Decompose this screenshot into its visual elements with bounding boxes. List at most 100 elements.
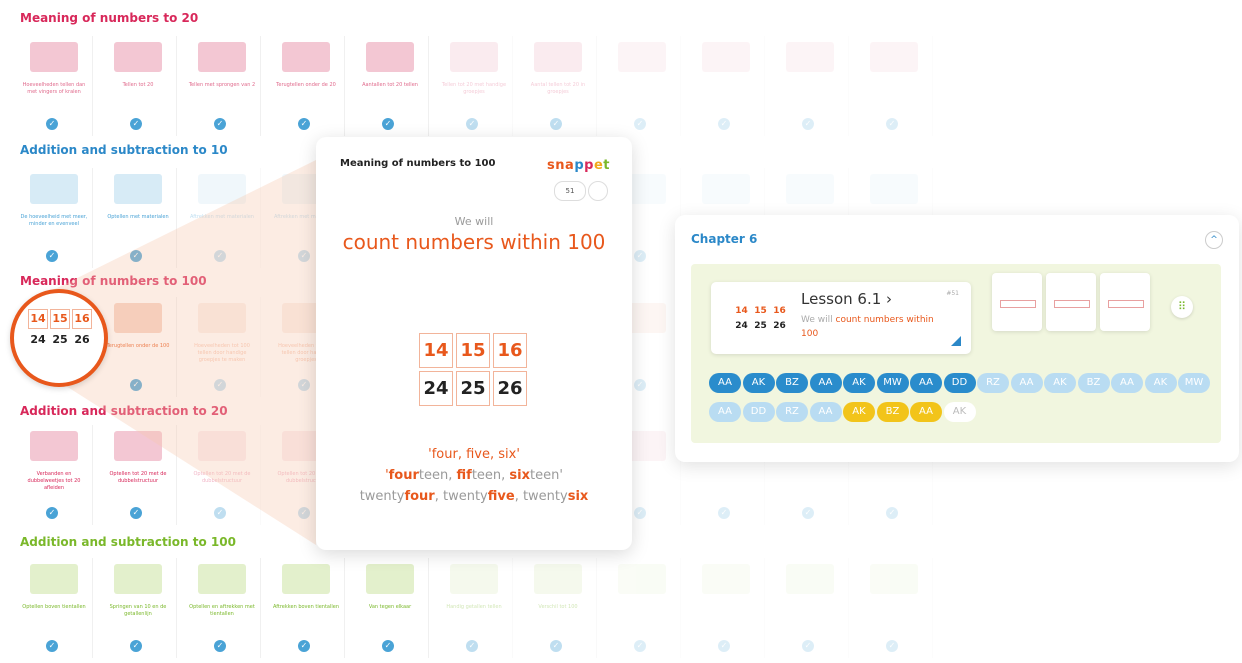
student-chip[interactable]: MW — [876, 373, 909, 393]
lesson-tile[interactable]: Hoeveelheden tellen dan met vingers of k… — [16, 36, 93, 136]
check-icon: ✓ — [634, 379, 646, 391]
lesson-tile[interactable]: Optellen tot 20 met de dubbelstructuur ✓ — [100, 425, 177, 525]
tile-caption: Hoeveelheden tellen dan met vingers of k… — [22, 82, 86, 95]
student-chip[interactable]: AA — [910, 373, 942, 393]
tile-caption: Tellen tot 20 — [122, 82, 154, 88]
lesson-tile[interactable]: Optellen met materialen ✓ — [100, 168, 177, 268]
student-chip[interactable]: AA — [709, 373, 741, 393]
number-cell: 24 — [30, 333, 46, 346]
student-chip[interactable]: AK — [1144, 373, 1177, 393]
tile-illustration — [30, 174, 78, 204]
student-chip[interactable]: MW — [1178, 373, 1210, 393]
student-chip[interactable]: BZ — [876, 402, 909, 422]
lesson-tile[interactable]: Verschil tot 100 ✓ — [520, 558, 597, 658]
tile-illustration — [366, 42, 414, 72]
lesson-tile[interactable]: Aantal tellen tot 20 in groepjes ✓ — [520, 36, 597, 136]
lesson-tile[interactable]: ✓ — [604, 558, 681, 658]
tile-caption: Optellen boven tientallen — [22, 604, 86, 610]
tile-illustration — [450, 42, 498, 72]
lesson-tile[interactable]: Aantallen tot 20 tellen ✓ — [352, 36, 429, 136]
tile-illustration — [870, 564, 918, 594]
tile-caption: Aantal tellen tot 20 in groepjes — [530, 82, 586, 95]
section-title-numbers-20: Meaning of numbers to 20 — [20, 11, 199, 25]
lesson-tile[interactable]: ✓ — [772, 36, 849, 136]
number-cell: 16 — [72, 309, 92, 329]
check-icon: ✓ — [802, 507, 814, 519]
lesson-goal-text: We will count numbers within 100 — [801, 315, 934, 339]
lesson-tile[interactable]: Tellen tot 20 met handige groepjes ✓ — [436, 36, 513, 136]
lesson-tile[interactable]: Optellen boven tientallen ✓ — [16, 558, 93, 658]
collapse-icon[interactable]: ^ — [1205, 231, 1223, 249]
tile-illustration — [702, 174, 750, 204]
lesson-tile[interactable]: Terugtellen onder de 100 ✓ — [100, 297, 177, 397]
tile-illustration — [870, 42, 918, 72]
worksheet-thumbnail[interactable] — [1046, 273, 1096, 331]
student-chip[interactable]: AA — [1010, 373, 1043, 393]
chapter-lesson-area: 14 15 16 24 25 26 Lesson 6.1 › #51 We will co… — [691, 264, 1221, 443]
student-chip[interactable]: AA — [809, 373, 842, 393]
student-chip[interactable]: AA — [1111, 373, 1143, 393]
lesson-tile[interactable]: ✓ — [772, 558, 849, 658]
pill-circle — [588, 181, 608, 201]
number-cell: 16 — [493, 333, 527, 368]
lesson-tile[interactable]: Tellen tot 20 ✓ — [100, 36, 177, 136]
lesson-tile[interactable]: Hoeveelheden tot 100 tellen door handige… — [184, 297, 261, 397]
lesson-tile[interactable]: Van tegen elkaar ✓ — [352, 558, 429, 658]
tile-illustration — [198, 174, 246, 204]
grid-menu-icon[interactable]: ⠿ — [1171, 296, 1193, 318]
student-chip[interactable]: BZ — [776, 373, 808, 393]
worksheet-thumbnail[interactable] — [992, 273, 1042, 331]
tile-illustration — [198, 303, 246, 333]
student-chip[interactable]: AA — [809, 402, 842, 422]
lesson-name[interactable]: Lesson 6.1 › — [801, 290, 892, 308]
lesson-tile[interactable]: ✓ — [856, 558, 933, 658]
number-cell: 16 — [773, 306, 786, 316]
lesson-tile[interactable]: Optellen tot 20 met de dubbelstructuur ✓ — [184, 425, 261, 525]
lesson-tile[interactable]: Optellen en aftrekken met tientallen ✓ — [184, 558, 261, 658]
tile-caption: Terugtellen onder de 100 — [106, 343, 170, 349]
student-chip[interactable]: AA — [910, 402, 942, 422]
student-chip[interactable]: RZ — [977, 373, 1009, 393]
tile-illustration — [198, 564, 246, 594]
tile-caption: De hoeveelheid met meer, minder en evenv… — [20, 214, 88, 227]
section-title-numbers-100: Meaning of numbers to 100 — [20, 274, 207, 288]
tile-illustration — [786, 564, 834, 594]
student-chip[interactable]: AK — [1044, 373, 1076, 393]
brand-letter: p — [584, 158, 594, 173]
lesson-tile[interactable]: Aftrekken boven tientallen ✓ — [268, 558, 345, 658]
number-cell: 25 — [456, 371, 490, 406]
lesson-tile[interactable]: De hoeveelheid met meer, minder en evenv… — [16, 168, 93, 268]
lesson-tile[interactable]: Terugtellen onder de 20 ✓ — [268, 36, 345, 136]
lesson-item[interactable]: 14 15 16 24 25 26 Lesson 6.1 › #51 We will co… — [711, 282, 971, 354]
student-chip[interactable]: BZ — [1077, 373, 1110, 393]
lesson-tile[interactable]: Springen van 10 en de getallenlijn ✓ — [100, 558, 177, 658]
lesson-tile[interactable]: ✓ — [604, 36, 681, 136]
tile-illustration — [786, 42, 834, 72]
lesson-tile[interactable]: ✓ — [688, 36, 765, 136]
student-chip[interactable]: AK — [742, 373, 775, 393]
lesson-tile[interactable]: ✓ — [856, 36, 933, 136]
lesson-tile[interactable]: Tellen met sprongen van 2 ✓ — [184, 36, 261, 136]
student-chip[interactable]: RZ — [776, 402, 808, 422]
lesson-tile[interactable]: Verbanden en dubbelweetjes tot 20 afleid… — [16, 425, 93, 525]
lesson-tile[interactable]: Aftrekken met materialen ✓ — [184, 168, 261, 268]
check-icon: ✓ — [130, 507, 142, 519]
number-words-line-3: twentyfour, twentyfive, twentysix — [359, 489, 589, 504]
student-chip[interactable]: AK — [943, 402, 976, 422]
student-chip[interactable]: DD — [742, 402, 775, 422]
lesson-tile[interactable]: Handig getallen tellen ✓ — [436, 558, 513, 658]
student-chip[interactable]: AK — [843, 402, 875, 422]
tile-illustration — [30, 42, 78, 72]
number-cell: 14 — [419, 333, 453, 368]
check-icon: ✓ — [298, 118, 310, 130]
we-will-text: We will — [454, 215, 494, 228]
lesson-tile[interactable]: ✓ — [688, 558, 765, 658]
check-icon: ✓ — [802, 118, 814, 130]
worksheet-thumbnail[interactable] — [1100, 273, 1150, 331]
student-chip[interactable]: AK — [843, 373, 875, 393]
student-chip[interactable]: DD — [943, 373, 976, 393]
tile-caption: Van tegen elkaar — [368, 604, 412, 610]
student-chip[interactable]: AA — [709, 402, 741, 422]
tile-illustration — [30, 564, 78, 594]
check-icon: ✓ — [214, 379, 226, 391]
